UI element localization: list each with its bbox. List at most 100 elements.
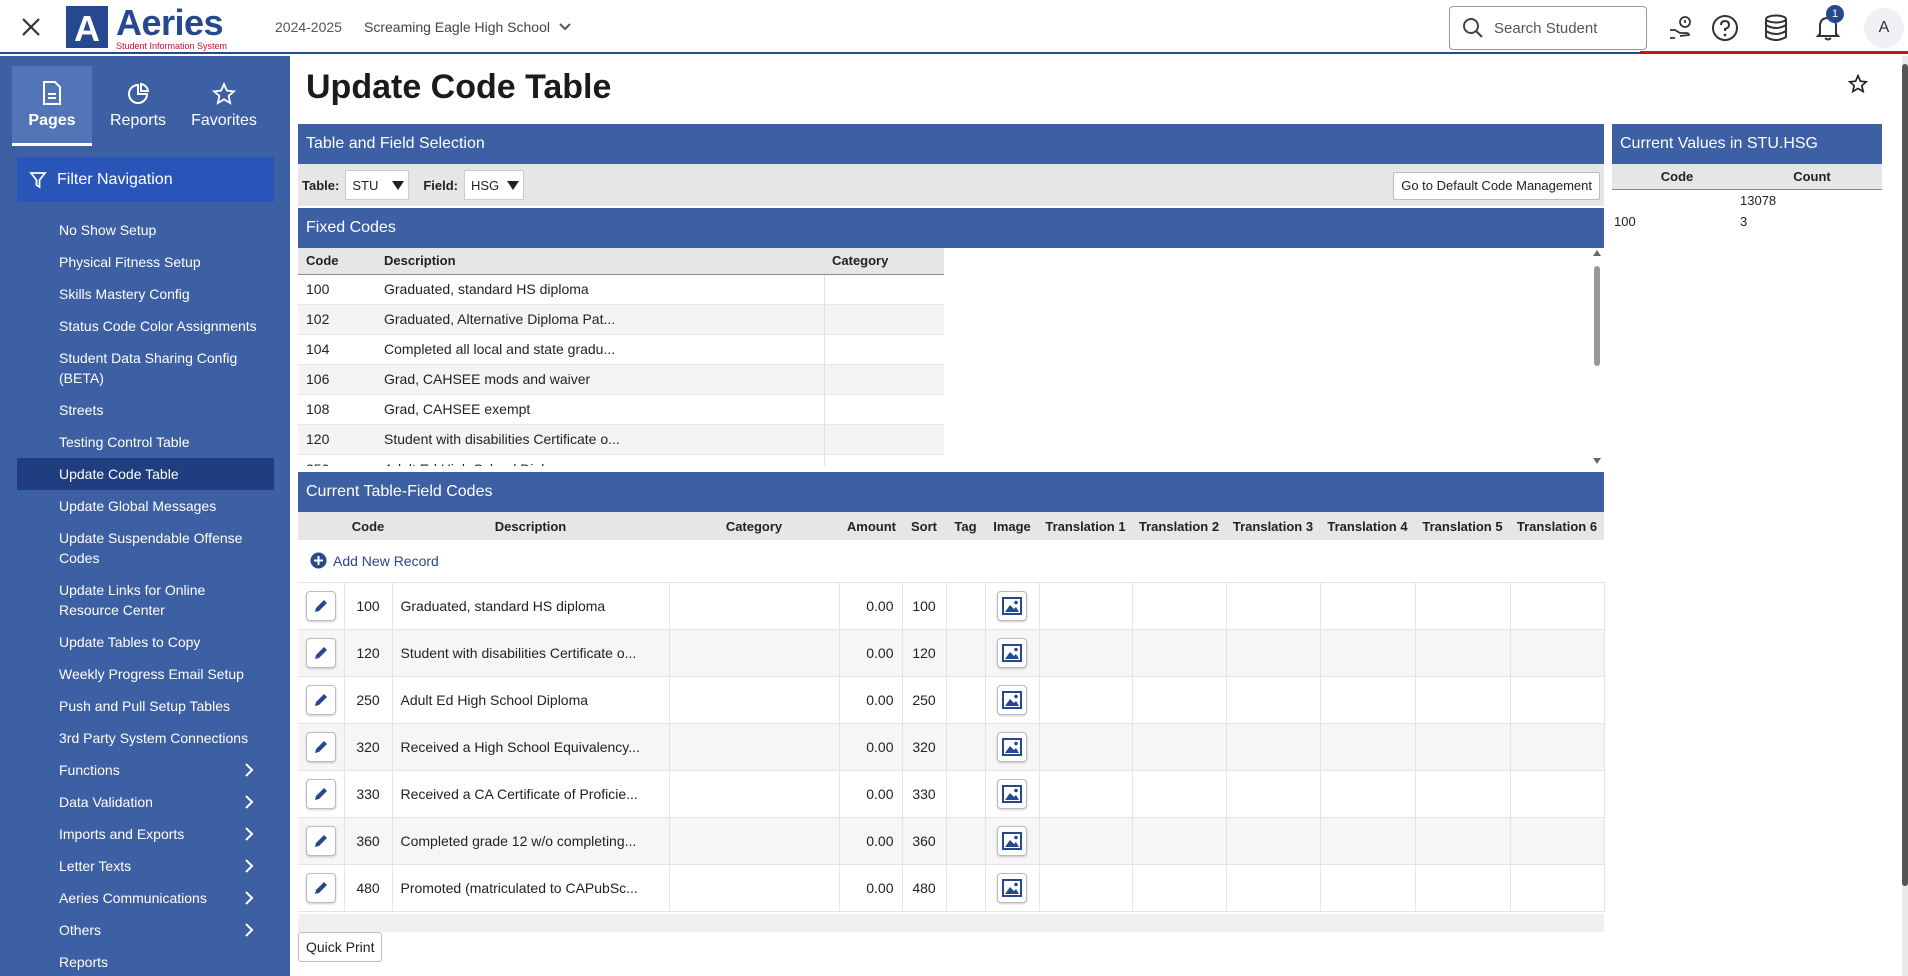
table-row[interactable]: 360 Completed grade 12 w/o completing...… — [298, 817, 1605, 865]
column-header-image[interactable]: Image — [985, 512, 1039, 540]
column-header-translation-2[interactable]: Translation 2 — [1132, 512, 1226, 540]
database-icon[interactable] — [1761, 13, 1791, 43]
column-header-code[interactable]: Code — [1612, 169, 1742, 184]
tab-pages[interactable]: Pages — [12, 66, 92, 146]
filter-navigation-input[interactable]: Filter Navigation — [17, 157, 274, 202]
edit-button[interactable] — [305, 825, 336, 856]
image-button[interactable] — [997, 778, 1027, 809]
sidebar-item-student-data-sharing[interactable]: Student Data Sharing Config (BETA) — [17, 342, 274, 394]
hand-info-icon[interactable] — [1666, 13, 1696, 43]
close-icon[interactable] — [18, 14, 44, 40]
field-select[interactable]: HSG — [464, 170, 524, 200]
sidebar-item-update-suspendable-codes[interactable]: Update Suspendable Offense Codes — [17, 522, 274, 574]
sidebar-item-streets[interactable]: Streets — [17, 394, 274, 426]
image-button[interactable] — [997, 590, 1027, 621]
cell-description: Adult Ed High School Diploma — [392, 676, 670, 724]
column-header-count[interactable]: Count — [1742, 169, 1882, 184]
fixed-codes-scrollbar[interactable] — [1590, 248, 1604, 466]
table-row[interactable]: 106 Grad, CAHSEE mods and waiver — [298, 364, 944, 395]
sidebar-item-data-validation[interactable]: Data Validation — [17, 786, 274, 818]
cell-code: 250 — [298, 454, 376, 466]
sidebar-item-third-party-connections[interactable]: 3rd Party System Connections — [17, 722, 274, 754]
edit-button[interactable] — [305, 590, 336, 621]
column-header-code[interactable]: Code — [298, 248, 376, 275]
aeries-logo[interactable]: A Aeries Student Information System — [66, 5, 227, 51]
column-header-sort[interactable]: Sort — [902, 512, 946, 540]
sidebar-item-physical-fitness-setup[interactable]: Physical Fitness Setup — [17, 246, 274, 278]
image-button[interactable] — [997, 684, 1027, 715]
table-row[interactable]: 108 Grad, CAHSEE exempt — [298, 394, 944, 425]
school-year[interactable]: 2024-2025 — [275, 19, 342, 35]
edit-button[interactable] — [305, 684, 336, 715]
edit-button[interactable] — [305, 872, 336, 903]
sidebar-item-update-global-messages[interactable]: Update Global Messages — [17, 490, 274, 522]
column-header-translation-4[interactable]: Translation 4 — [1320, 512, 1415, 540]
column-header-translation-1[interactable]: Translation 1 — [1039, 512, 1132, 540]
search-student-input[interactable]: Search Student — [1449, 6, 1647, 50]
image-button[interactable] — [997, 825, 1027, 856]
add-new-record-button[interactable]: Add New Record — [310, 552, 1604, 569]
dropdown-arrow-icon — [507, 181, 519, 190]
column-header-tag[interactable]: Tag — [946, 512, 985, 540]
column-header-translation-5[interactable]: Translation 5 — [1415, 512, 1510, 540]
table-row[interactable]: 100 Graduated, standard HS diploma — [298, 274, 944, 305]
favorite-star-icon[interactable] — [1847, 73, 1869, 99]
sidebar-item-no-show-setup[interactable]: No Show Setup — [17, 214, 274, 246]
tab-reports[interactable]: Reports — [98, 66, 178, 146]
tab-favorites[interactable]: Favorites — [184, 66, 264, 146]
sidebar-item-functions[interactable]: Functions — [17, 754, 274, 786]
cell-code: 100 — [344, 582, 393, 630]
image-button[interactable] — [997, 731, 1027, 762]
table-row[interactable]: 250 Adult Ed High School Diploma 0.00 25… — [298, 676, 1605, 724]
edit-button[interactable] — [305, 778, 336, 809]
column-header-amount[interactable]: Amount — [839, 512, 902, 540]
table-row[interactable]: 120 Student with disabilities Certificat… — [298, 629, 1605, 677]
image-button[interactable] — [997, 872, 1027, 903]
cell-category — [823, 274, 944, 305]
default-code-management-button[interactable]: Go to Default Code Management — [1393, 172, 1600, 200]
sidebar-item-aeries-communications[interactable]: Aeries Communications — [17, 882, 274, 914]
sidebar-item-imports-exports[interactable]: Imports and Exports — [17, 818, 274, 850]
table-row[interactable]: 120 Student with disabilities Certificate… — [298, 424, 944, 455]
document-icon — [43, 80, 61, 105]
column-header-translation-3[interactable]: Translation 3 — [1226, 512, 1320, 540]
sidebar-item-push-pull-setup[interactable]: Push and Pull Setup Tables — [17, 690, 274, 722]
column-header-code[interactable]: Code — [344, 512, 392, 540]
column-header-category[interactable]: Category — [824, 248, 944, 275]
table-row[interactable]: 102 Graduated, Alternative Diploma Pat... — [298, 304, 944, 335]
sidebar-item-weekly-progress-email[interactable]: Weekly Progress Email Setup — [17, 658, 274, 690]
column-header-translation-6[interactable]: Translation 6 — [1510, 512, 1604, 540]
table-row[interactable]: 330 Received a CA Certificate of Profici… — [298, 770, 1605, 818]
sidebar-item-skills-mastery-config[interactable]: Skills Mastery Config — [17, 278, 274, 310]
avatar[interactable]: A — [1864, 8, 1904, 48]
table-row[interactable]: 104 Completed all local and state gradu..… — [298, 334, 944, 365]
scroll-down-icon[interactable] — [1593, 458, 1601, 464]
sidebar-item-letter-texts[interactable]: Letter Texts — [17, 850, 274, 882]
table-row[interactable]: 480 Promoted (matriculated to CAPubSc...… — [298, 864, 1605, 912]
cell-category — [669, 582, 840, 630]
sidebar-item-status-code-color[interactable]: Status Code Color Assignments — [17, 310, 274, 342]
quick-print-button[interactable]: Quick Print — [298, 932, 383, 962]
table-row[interactable]: 250Adult Ed High School Diploma — [298, 454, 944, 466]
scroll-up-icon[interactable] — [1593, 250, 1601, 256]
sidebar-item-reports[interactable]: Reports — [17, 946, 274, 976]
edit-button[interactable] — [305, 731, 336, 762]
table-select[interactable]: STU — [345, 170, 410, 200]
column-header-description[interactable]: Description — [376, 248, 824, 275]
edit-button[interactable] — [305, 637, 336, 668]
column-header-description[interactable]: Description — [392, 512, 669, 540]
cell-amount: 0.00 — [839, 676, 903, 724]
sidebar-item-update-tables-to-copy[interactable]: Update Tables to Copy — [17, 626, 274, 658]
tab-reports-label: Reports — [109, 112, 167, 129]
sidebar-item-update-links[interactable]: Update Links for Online Resource Center — [17, 574, 274, 626]
help-icon[interactable] — [1710, 13, 1740, 43]
image-button[interactable] — [997, 637, 1027, 668]
table-row[interactable]: 100 Graduated, standard HS diploma 0.00 … — [298, 582, 1605, 630]
school-selector[interactable]: Screaming Eagle High School — [364, 19, 572, 35]
sidebar-item-others[interactable]: Others — [17, 914, 274, 946]
table-row[interactable]: 320 Received a High School Equivalency..… — [298, 723, 1605, 771]
column-header-category[interactable]: Category — [669, 512, 839, 540]
sidebar-item-testing-control-table[interactable]: Testing Control Table — [17, 426, 274, 458]
page-scrollbar[interactable] — [1902, 56, 1908, 976]
sidebar-item-update-code-table[interactable]: Update Code Table — [17, 458, 274, 490]
